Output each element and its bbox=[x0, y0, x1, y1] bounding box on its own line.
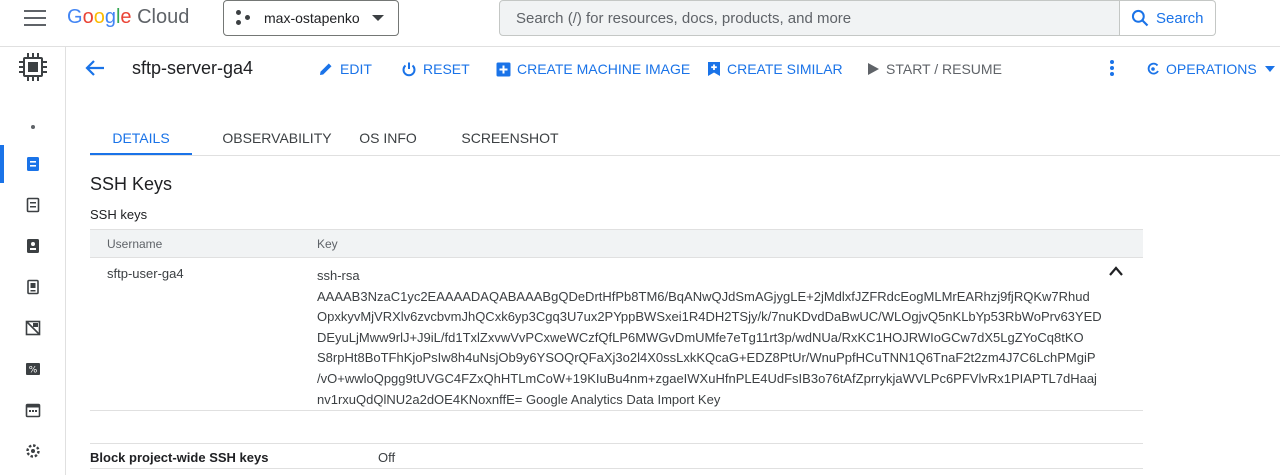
rail-commitments-icon[interactable]: % bbox=[0, 350, 66, 388]
rail-dot-icon[interactable] bbox=[0, 108, 66, 146]
table-header: Username Key bbox=[90, 229, 1143, 258]
top-bar: Google Cloud max-ostapenko Search (/) fo… bbox=[0, 0, 1280, 36]
caret-down-icon bbox=[372, 15, 384, 21]
rail-tpu-icon[interactable] bbox=[0, 309, 66, 347]
rail-vm-instances-icon[interactable] bbox=[0, 145, 66, 183]
svg-text:%: % bbox=[29, 366, 38, 376]
search-button-label: Search bbox=[1156, 9, 1204, 27]
ssh-key-line: OpxkyvMjVRXlv6zvcbvmJhQCxk6yp3Cgq3U7ux2P… bbox=[317, 309, 1102, 325]
search-button[interactable]: Search bbox=[1120, 0, 1216, 36]
column-header-key: Key bbox=[317, 237, 338, 251]
chevron-down-icon bbox=[1264, 66, 1275, 72]
divider bbox=[90, 468, 1143, 469]
edit-button[interactable]: EDIT bbox=[318, 58, 372, 80]
more-options-icon[interactable] bbox=[1105, 58, 1119, 78]
google-cloud-logo[interactable]: Google Cloud bbox=[67, 6, 189, 29]
tab-details[interactable]: DETAILS bbox=[90, 120, 192, 156]
table-row: sftp-user-ga4 ssh-rsa AAAAB3NzaC1yc2EAAA… bbox=[90, 258, 1143, 411]
tab-observability[interactable]: OBSERVABILITY bbox=[202, 120, 352, 156]
create-machine-image-button[interactable]: CREATE MACHINE IMAGE bbox=[496, 58, 690, 80]
power-icon bbox=[402, 62, 416, 77]
rail-reservations-icon[interactable] bbox=[0, 391, 66, 429]
back-arrow-icon[interactable] bbox=[84, 58, 106, 78]
reset-button[interactable]: RESET bbox=[401, 58, 470, 80]
header-divider bbox=[0, 46, 1280, 47]
ssh-key-line: AAAAB3NzaC1yc2EAAAADAQABAAABgQDeDrtHfPb8… bbox=[317, 288, 1090, 304]
left-rail: % bbox=[0, 46, 66, 475]
pencil-icon bbox=[320, 63, 332, 75]
operations-icon bbox=[1147, 62, 1159, 75]
search-input[interactable]: Search (/) for resources, docs, products… bbox=[499, 0, 1120, 36]
ssh-key-line: nv1rxuQdQlNU2a2dOE4KNoxnffE= Google Anal… bbox=[317, 391, 721, 407]
ssh-subsection-title: SSH keys bbox=[90, 207, 148, 222]
rail-settings-icon[interactable] bbox=[0, 432, 66, 470]
rail-sole-tenant-icon[interactable] bbox=[0, 227, 66, 265]
ssh-key-line: DEyuLjMww9rlJ+J9iL/fd1TxlZxvwVvPCxweWCzf… bbox=[317, 329, 1084, 345]
ssh-section-title: SSH Keys bbox=[90, 174, 173, 194]
ssh-key-line: S8rpHt8BoTFhKjoPsIw8h4uNsjOb9y6YSOQrQFaX… bbox=[317, 350, 1096, 366]
ssh-key-line: ssh-rsa bbox=[317, 268, 360, 283]
start-resume-button[interactable]: START / RESUME bbox=[866, 58, 1002, 80]
add-box-icon bbox=[496, 62, 511, 76]
play-icon bbox=[868, 63, 879, 75]
operations-button[interactable]: OPERATIONS bbox=[1146, 58, 1275, 80]
block-project-ssh-label: Block project-wide SSH keys bbox=[90, 450, 269, 465]
create-similar-button[interactable]: CREATE SIMILAR bbox=[707, 58, 843, 80]
ssh-keys-table: Username Key sftp-user-ga4 ssh-rsa AAAAB… bbox=[90, 229, 1143, 411]
rail-machine-images-icon[interactable] bbox=[0, 268, 66, 306]
ssh-key-value: ssh-rsa AAAAB3NzaC1yc2EAAAADAQABAAABgQDe… bbox=[317, 266, 1117, 410]
tabs-divider bbox=[90, 155, 1280, 156]
project-selector[interactable]: max-ostapenko bbox=[223, 0, 399, 36]
divider bbox=[90, 443, 1143, 444]
rail-templates-icon[interactable] bbox=[0, 186, 66, 224]
search-icon bbox=[1131, 9, 1149, 27]
block-project-ssh-value: Off bbox=[378, 450, 396, 465]
project-name: max-ostapenko bbox=[264, 10, 360, 26]
chevron-up-icon[interactable] bbox=[1107, 264, 1125, 278]
project-icon bbox=[236, 10, 254, 26]
ssh-username: sftp-user-ga4 bbox=[107, 266, 184, 281]
compute-engine-icon[interactable] bbox=[0, 0, 66, 81]
column-header-username: Username bbox=[107, 237, 163, 251]
instance-title: sftp-server-ga4 bbox=[132, 58, 254, 78]
search-placeholder: Search (/) for resources, docs, products… bbox=[516, 9, 852, 27]
tab-os-info[interactable]: OS INFO bbox=[352, 120, 424, 156]
bookmark-add-icon bbox=[708, 62, 720, 76]
tab-screenshot[interactable]: SCREENSHOT bbox=[450, 120, 570, 156]
ssh-key-line: /vO+wwloQpgg9tUVGC4FZxQhHTLmCoW+19KIuBu4… bbox=[317, 370, 1097, 386]
